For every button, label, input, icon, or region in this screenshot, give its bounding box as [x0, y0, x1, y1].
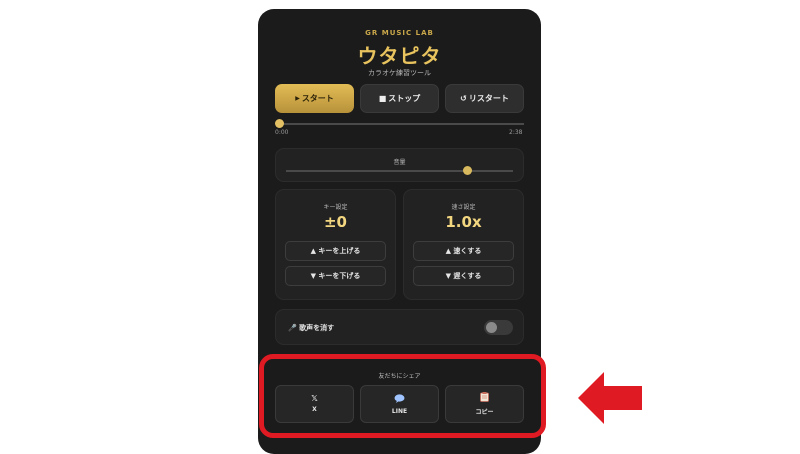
share-highlight-frame: [259, 354, 546, 438]
vocal-cancel-toggle[interactable]: [484, 320, 513, 335]
speed-up-button[interactable]: ▲ 速くする: [413, 241, 514, 261]
key-up-label: キーを上げる: [318, 247, 361, 255]
key-panel: キー設定 ±0 ▲ キーを上げる ▼ キーを下げる: [275, 189, 396, 300]
stop-icon: ■: [378, 94, 387, 103]
vocal-cancel-label: 歌声を消す: [299, 324, 335, 332]
triangle-down-icon: ▼: [310, 272, 319, 280]
vocal-cancel-row: 🎤 歌声を消す: [288, 323, 334, 333]
progress-slider-thumb[interactable]: [274, 119, 284, 128]
volume-slider-thumb[interactable]: [463, 166, 473, 175]
vocal-cancel-panel: 🎤 歌声を消す: [275, 309, 524, 345]
triangle-up-icon: ▲: [445, 247, 454, 255]
toggle-knob: [486, 322, 497, 333]
app-title: ウタピタ: [357, 44, 442, 68]
volume-label: 音量: [393, 159, 406, 166]
speed-down-label: 遅くする: [453, 272, 482, 280]
speed-up-label: 速くする: [453, 247, 482, 255]
restart-button-label: リスタート: [468, 94, 509, 103]
start-button-label: スタート: [301, 94, 334, 103]
key-label: キー設定: [323, 204, 348, 211]
key-value: ±0: [323, 213, 347, 231]
total-time: 2:38: [509, 129, 523, 136]
app-subtitle: カラオケ練習ツール: [368, 69, 431, 77]
stop-button[interactable]: ■ ストップ: [360, 84, 439, 113]
microphone-icon: 🎤: [288, 324, 297, 332]
key-down-button[interactable]: ▼ キーを下げる: [285, 266, 386, 286]
speed-value: 1.0x: [445, 213, 482, 231]
volume-slider[interactable]: [286, 170, 513, 172]
speed-panel: 速さ設定 1.0x ▲ 速くする ▼ 遅くする: [403, 189, 524, 300]
key-down-label: キーを下げる: [318, 272, 361, 280]
triangle-up-icon: ▲: [310, 247, 319, 255]
speed-label: 速さ設定: [451, 204, 476, 211]
triangle-down-icon: ▼: [445, 272, 454, 280]
pointer-arrow-icon: [578, 372, 642, 424]
volume-panel: 音量: [275, 148, 524, 182]
current-time: 0:00: [275, 129, 289, 136]
stop-button-label: ストップ: [388, 94, 421, 103]
key-up-button[interactable]: ▲ キーを上げる: [285, 241, 386, 261]
start-button[interactable]: ▶ スタート: [275, 84, 354, 113]
brand-label: GR MUSIC LAB: [365, 29, 434, 37]
play-icon: ▶: [295, 95, 300, 102]
speed-down-button[interactable]: ▼ 遅くする: [413, 266, 514, 286]
restart-icon: ↺: [460, 94, 467, 103]
progress-slider[interactable]: [279, 123, 524, 125]
restart-button[interactable]: ↺ リスタート: [445, 84, 524, 113]
